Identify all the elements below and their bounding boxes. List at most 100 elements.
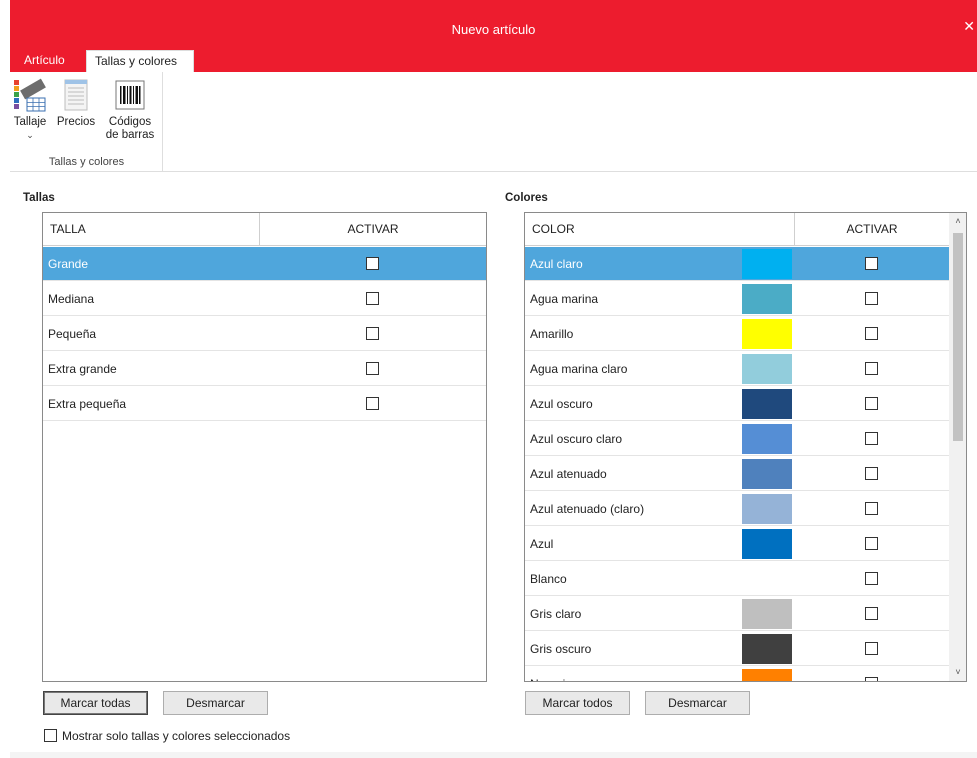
color-swatch — [742, 424, 792, 454]
color-name: Azul atenuado (claro) — [530, 502, 645, 516]
tab-articulo[interactable]: Artículo — [16, 50, 73, 72]
color-swatch — [742, 389, 792, 419]
table-row[interactable]: Azul oscuro — [525, 387, 949, 421]
table-row[interactable]: Blanco — [525, 562, 949, 596]
activar-checkbox[interactable] — [865, 607, 878, 620]
precios-label: Precios — [56, 116, 96, 128]
color-swatch — [742, 564, 792, 594]
activar-checkbox[interactable] — [865, 642, 878, 655]
activar-checkbox[interactable] — [366, 397, 379, 410]
table-row[interactable]: Amarillo — [525, 317, 949, 351]
tallaje-button[interactable]: Tallaje ⌄ — [12, 78, 48, 141]
color-swatch — [742, 599, 792, 629]
table-row[interactable]: Grande — [43, 247, 486, 281]
color-name: Gris claro — [530, 607, 582, 621]
table-row[interactable]: Azul atenuado (claro) — [525, 492, 949, 526]
chevron-down-icon[interactable]: ⌄ — [12, 130, 48, 141]
tallaje-label: Tallaje — [13, 116, 47, 128]
colores-grid-header: COLOR ACTIVAR — [525, 213, 949, 246]
ribbon: Tallaje ⌄ Precios Códigos de barras Tall… — [10, 72, 977, 172]
table-row[interactable]: Azul oscuro claro — [525, 422, 949, 456]
tab-strip: Artículo Tallas y colores — [10, 48, 977, 72]
color-name: Azul oscuro — [530, 397, 593, 411]
activar-checkbox[interactable] — [865, 327, 878, 340]
activar-checkbox[interactable] — [366, 327, 379, 340]
table-row[interactable]: Extra pequeña — [43, 387, 486, 421]
table-row[interactable]: Gris oscuro — [525, 632, 949, 666]
color-name: Azul — [530, 537, 554, 551]
marcar-todos-button[interactable]: Marcar todos — [525, 691, 630, 715]
table-row[interactable]: Agua marina — [525, 282, 949, 316]
ribbon-group-tallas-y-colores: Tallaje ⌄ Precios Códigos de barras Tall… — [10, 72, 163, 172]
ribbon-group-label: Tallas y colores — [48, 156, 125, 168]
scroll-down-icon[interactable]: ˅ — [949, 664, 966, 681]
talla-name: Extra grande — [48, 362, 117, 376]
show-selected-checkbox[interactable] — [44, 729, 57, 742]
precios-button[interactable]: Precios — [56, 78, 96, 129]
color-swatch — [742, 319, 792, 349]
scroll-up-icon[interactable]: ˄ — [949, 213, 966, 230]
size-chart-icon — [14, 78, 46, 112]
talla-name: Extra pequeña — [48, 397, 127, 411]
activar-checkbox[interactable] — [865, 572, 878, 585]
bottom-edge — [10, 752, 977, 758]
tallas-section-label: Tallas — [23, 192, 55, 204]
activar-checkbox[interactable] — [865, 537, 878, 550]
activar-checkbox[interactable] — [865, 502, 878, 515]
window-titlebar: Nuevo artículo ✕ — [10, 0, 977, 48]
scrollbar-thumb[interactable] — [953, 233, 963, 441]
color-name: Azul oscuro claro — [530, 432, 623, 446]
color-name: Gris oscuro — [530, 642, 592, 656]
color-swatch — [742, 459, 792, 489]
tallas-grid: TALLA ACTIVAR Grande Mediana Pequeña Ext… — [42, 212, 487, 682]
color-swatch — [742, 249, 792, 279]
column-header-activar[interactable]: ACTIVAR — [795, 213, 949, 246]
show-selected-label: Mostrar solo tallas y colores selecciona… — [62, 729, 291, 743]
color-name: Agua marina — [530, 292, 599, 306]
activar-checkbox[interactable] — [865, 397, 878, 410]
activar-checkbox[interactable] — [865, 362, 878, 375]
tallas-grid-header: TALLA ACTIVAR — [43, 213, 486, 246]
table-row[interactable]: Pequeña — [43, 317, 486, 351]
color-swatch — [742, 529, 792, 559]
column-header-activar[interactable]: ACTIVAR — [260, 213, 486, 246]
color-swatch — [742, 354, 792, 384]
close-icon[interactable]: ✕ — [963, 18, 975, 35]
activar-checkbox[interactable] — [366, 257, 379, 270]
column-header-talla[interactable]: TALLA — [50, 213, 86, 246]
tab-tallas-y-colores[interactable]: Tallas y colores — [86, 50, 194, 72]
activar-checkbox[interactable] — [865, 432, 878, 445]
left-margin — [0, 0, 10, 758]
activar-checkbox[interactable] — [366, 292, 379, 305]
desmarcar-tallas-button[interactable]: Desmarcar — [163, 691, 268, 715]
color-name: Azul atenuado — [530, 467, 607, 481]
marcar-todas-button[interactable]: Marcar todas — [43, 691, 148, 715]
activar-checkbox[interactable] — [865, 677, 878, 681]
table-row[interactable]: Gris claro — [525, 597, 949, 631]
color-swatch — [742, 284, 792, 314]
desmarcar-colores-button[interactable]: Desmarcar — [645, 691, 750, 715]
codigos-de-barras-button[interactable]: Códigos de barras — [104, 78, 156, 142]
activar-checkbox[interactable] — [366, 362, 379, 375]
color-name: Naranja — [530, 667, 572, 681]
codigos-label-line1: Códigos — [108, 116, 152, 128]
table-row[interactable]: Naranja — [525, 667, 949, 681]
activar-checkbox[interactable] — [865, 467, 878, 480]
table-row[interactable]: Azul — [525, 527, 949, 561]
activar-checkbox[interactable] — [865, 257, 878, 270]
color-name: Agua marina claro — [530, 362, 628, 376]
color-swatch — [742, 494, 792, 524]
colores-section-label: Colores — [505, 192, 548, 204]
table-row[interactable]: Mediana — [43, 282, 486, 316]
column-header-color[interactable]: COLOR — [532, 213, 575, 246]
colores-scrollbar[interactable]: ˄ ˅ — [949, 213, 966, 681]
table-row[interactable]: Extra grande — [43, 352, 486, 386]
table-row[interactable]: Azul atenuado — [525, 457, 949, 491]
table-row[interactable]: Azul claro — [525, 247, 949, 281]
color-name: Amarillo — [530, 327, 574, 341]
price-sheet-icon — [64, 79, 88, 111]
color-swatch — [742, 634, 792, 664]
activar-checkbox[interactable] — [865, 292, 878, 305]
window-title: Nuevo artículo — [451, 22, 536, 37]
table-row[interactable]: Agua marina claro — [525, 352, 949, 386]
